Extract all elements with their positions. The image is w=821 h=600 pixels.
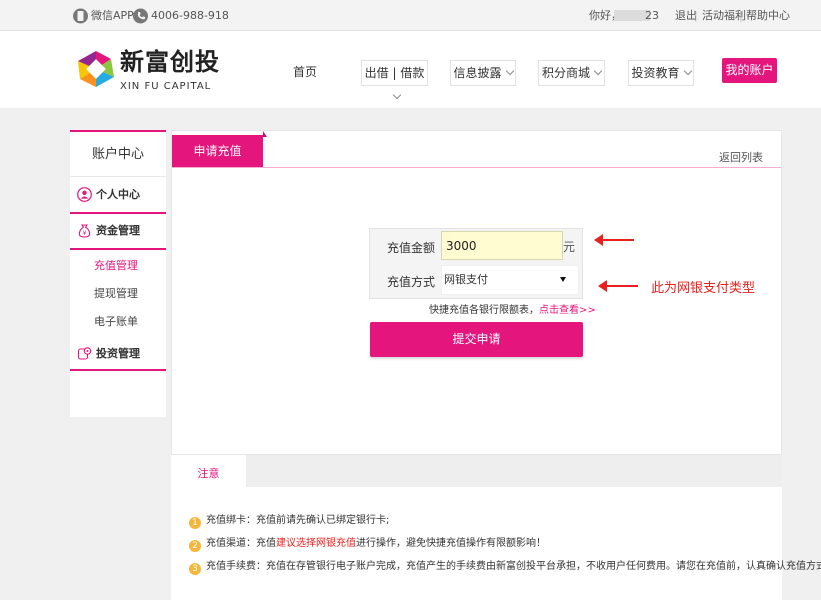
sidebar-item-invest[interactable]: 投资管理 [70,337,166,371]
sidebar-title: 账户中心 [70,132,166,177]
annotation-arrow [598,280,638,292]
notice-item: 2 充值渠道：充值建议选择网银充值进行操作，避免快捷充值操作有限额影响！ [189,534,546,552]
bank-limits-text: 快捷充值各银行限额表， [429,305,539,316]
nav-home[interactable]: 首页 [288,60,322,86]
sidebar-subitem-statement[interactable]: 电子账单 [94,315,138,329]
bank-limits-link[interactable]: 点击查看>> [539,305,596,316]
my-account-button[interactable]: 我的账户 [722,58,777,83]
wechat-app-link[interactable]: 微信APP [91,0,134,31]
divider [70,369,166,371]
number-badge: 1 [189,517,201,529]
mobile-icon [73,8,88,24]
header: 新富创投 XIN FU CAPITAL 首页 出借 | 借款 信息披露 积分商城… [0,31,821,108]
notice-body: 1 充值绑卡：充值前请先确认已绑定银行卡; 2 充值渠道：充值建议选择网银充值进行操… [171,487,821,600]
notice-header: 注意 [171,455,782,487]
money-bag-icon: ¥ [78,224,91,238]
submit-button[interactable]: 提交申请 [370,322,583,357]
sidebar-subitem-withdraw[interactable]: 提现管理 [94,287,138,301]
user-icon [77,187,92,202]
nav-disclosure[interactable]: 信息披露 [450,60,516,86]
chevron-down-icon [392,90,402,100]
sidebar-item-label: 资金管理 [96,224,140,237]
notice-text: 进行操作，避免快捷充值操作有限额影响！ [356,538,546,549]
nav-points-label: 积分商城 [541,66,590,80]
annotation-text: 此为网银支付类型 [651,281,756,296]
chevron-down-icon [593,66,603,76]
nav-lend-label: 出借 | 借款 [364,66,425,80]
unit-label: 元 [563,240,576,254]
divider: | [739,9,743,22]
amount-label: 充值金额 [387,241,436,255]
tab-apply-recharge[interactable]: 申请充值 [172,135,263,167]
bank-limits-note: 快捷充值各银行限额表，点击查看>> [429,301,596,316]
number-badge: 3 [189,563,201,575]
nav-lend[interactable]: 出借 | 借款 [361,60,428,100]
tab-underline [172,167,781,168]
nav-education[interactable]: 投资教育 [628,60,694,86]
divider: | [694,9,698,22]
number-badge: 2 [189,540,201,552]
top-bar: 微信APP 4006-988-918 你好， 23 退出 | 活动福利 | 帮助… [0,0,821,31]
payment-method-select[interactable]: 网银支付 [441,265,579,295]
notice-highlight: 建议选择网银充值 [276,538,356,549]
nav-disclosure-label: 信息披露 [453,66,502,80]
hotline: 4006-988-918 [151,9,229,22]
amount-input[interactable] [441,231,563,260]
dropdown-arrow-icon [560,277,566,282]
sidebar-item-personal[interactable]: 个人中心 [70,178,166,212]
logo-name-en: XIN FU CAPITAL [120,81,212,92]
annotation-arrow [594,234,634,246]
notice-item: 1 充值绑卡：充值前请先确认已绑定银行卡; [189,511,389,529]
phone-icon [133,8,148,24]
help-link[interactable]: 帮助中心 [746,0,790,31]
payment-method-value: 网银支付 [444,273,488,286]
divider [70,248,166,250]
tab-notch [263,131,267,137]
sidebar-item-funds[interactable]: ¥ 资金管理 [70,214,166,248]
chevron-down-icon [683,66,692,76]
sidebar-item-label: 个人中心 [96,188,140,201]
back-to-list-link[interactable]: 返回列表 [719,149,763,165]
recharge-form: 充值金额 元 充值方式 网银支付 [369,228,583,299]
logo-name-cn: 新富创投 [120,48,220,76]
username-suffix: 23 [645,9,659,22]
sidebar-item-label: 投资管理 [96,347,140,360]
notice-text: 充值渠道：充值 [206,538,276,549]
nav-education-label: 投资教育 [631,66,680,80]
invest-icon [77,347,92,360]
nav-points[interactable]: 积分商城 [538,60,605,86]
sidebar-subitem-recharge[interactable]: 充值管理 [94,259,138,273]
notice-item: 3 充值手续费：充值在存管银行电子账户完成，充值产生的手续费由新富创投平台承担，不… [189,557,821,575]
notice-text: 充值手续费：充值在存管银行电子账户完成，充值产生的手续费由新富创投平台承担，不收… [206,561,821,572]
logo-icon[interactable] [76,49,116,89]
sidebar: 账户中心 个人中心 ¥ 资金管理 充值管理 提现管理 电子账单 投资管理 [70,130,166,417]
svg-text:¥: ¥ [83,230,87,237]
tab-notice[interactable]: 注意 [171,455,246,487]
chevron-down-icon [505,66,514,76]
notice-text: 充值绑卡：充值前请先确认已绑定银行卡; [206,515,390,526]
method-label: 充值方式 [387,275,436,289]
